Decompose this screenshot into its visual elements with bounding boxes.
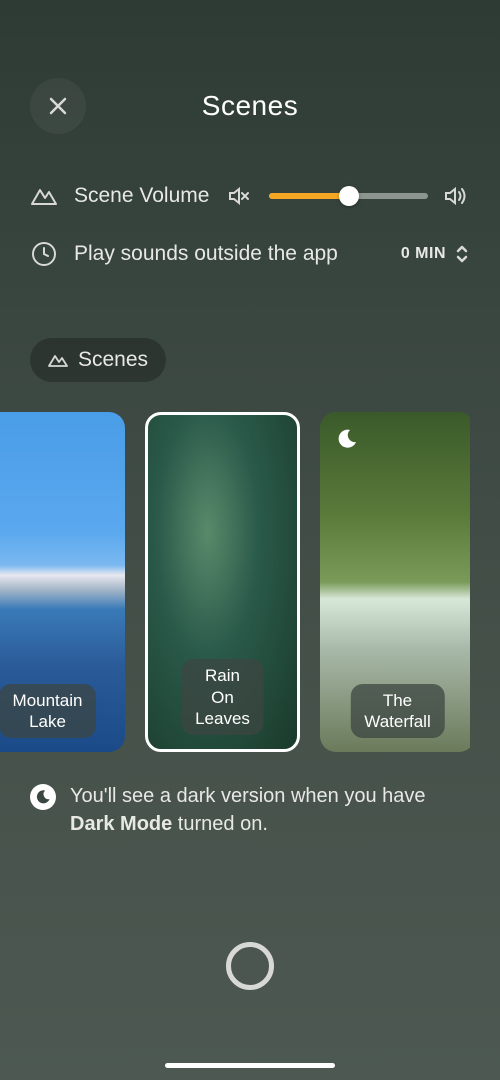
scenes-carousel[interactable]: Mountain Lake Rain On Leaves The Waterfa… (0, 382, 470, 752)
slider-fill (269, 193, 348, 199)
duration-value: 0 MIN (401, 245, 446, 263)
scene-label: The Waterfall (350, 684, 444, 739)
hint-text: You'll see a dark version when you have … (70, 782, 470, 838)
close-button[interactable] (30, 78, 86, 134)
scene-label: Mountain Lake (0, 684, 96, 739)
volume-up-icon[interactable] (442, 182, 470, 210)
mountain-icon (30, 182, 58, 210)
scene-volume-row: Scene Volume (30, 182, 470, 210)
hint-suffix: turned on. (172, 813, 268, 835)
volume-mute-icon[interactable] (225, 182, 253, 210)
scene-label: Rain On Leaves (181, 659, 264, 735)
volume-label: Scene Volume (74, 184, 209, 208)
moon-icon (336, 428, 358, 450)
mountain-icon (48, 353, 68, 367)
page-title: Scenes (30, 90, 470, 122)
hint-prefix: You'll see a dark version when you have (70, 785, 426, 807)
scene-card-the-waterfall[interactable]: The Waterfall (320, 412, 470, 752)
hint-bold: Dark Mode (70, 813, 172, 835)
stepper-chevrons-icon (454, 242, 470, 266)
settings-section: Scene Volume (0, 152, 500, 318)
moon-icon (35, 789, 51, 805)
play-outside-row: Play sounds outside the app 0 MIN (30, 240, 470, 268)
close-icon (46, 94, 70, 118)
slider-thumb[interactable] (339, 186, 359, 206)
play-outside-label: Play sounds outside the app (74, 242, 338, 266)
dark-mode-hint: You'll see a dark version when you have … (0, 752, 500, 868)
header: Scenes (0, 0, 500, 152)
volume-slider[interactable] (269, 193, 428, 199)
clock-icon (30, 240, 58, 268)
dark-available-badge (332, 424, 362, 454)
hint-moon-badge (30, 784, 56, 810)
record-button[interactable] (226, 942, 274, 990)
home-indicator[interactable] (165, 1063, 335, 1068)
scene-card-mountain-lake[interactable]: Mountain Lake (0, 412, 125, 752)
tab-label: Scenes (78, 348, 148, 372)
duration-stepper[interactable]: 0 MIN (401, 242, 470, 266)
scene-card-rain-on-leaves[interactable]: Rain On Leaves (145, 412, 300, 752)
scenes-tab[interactable]: Scenes (30, 338, 166, 382)
